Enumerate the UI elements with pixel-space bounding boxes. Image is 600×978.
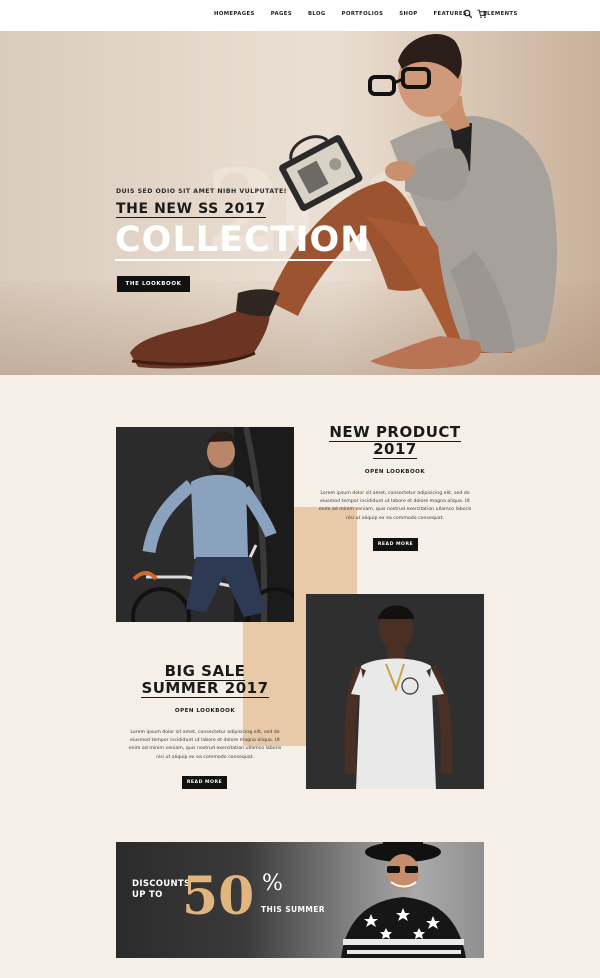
- banner-model-image: [341, 842, 466, 958]
- sale-description-line: Lorem ipsum dolor sit amet, consectetur …: [130, 730, 280, 735]
- product-description-line: enim ad minim veniam, quis nostrud exerc…: [318, 507, 472, 513]
- sale-description-line: enim ad minim veniam, quis nostrud exerc…: [128, 746, 282, 752]
- product-title-line2: 2017: [373, 440, 417, 459]
- product-description-line: eiusmod tempor incididunt ut labore et d…: [320, 499, 470, 505]
- discount-value: 50: [182, 866, 255, 927]
- sale-photo-tshirt: [306, 594, 484, 789]
- product-description: Lorem ipsum dolor sit amet, consectetur …: [312, 490, 478, 523]
- nav-pages[interactable]: PAGES: [271, 11, 292, 17]
- discount-suffix: THIS SUMMER: [261, 905, 325, 914]
- sale-description: Lorem ipsum dolor sit amet, consectetur …: [122, 729, 288, 762]
- nav-blog[interactable]: BLOG: [308, 11, 326, 17]
- lookbook-button[interactable]: THE LOOKBOOK: [117, 276, 190, 292]
- hero-eyebrow: DUIS SED ODIO SIT AMET NIBH VULPUTATE!: [116, 188, 287, 195]
- sale-description-line: nisi ut aliquip ex ea commodo consequat.: [156, 754, 254, 760]
- nav-elements[interactable]: ELEMENTS: [483, 11, 518, 17]
- nav-shop[interactable]: SHOP: [399, 11, 417, 17]
- sale-open-lookbook-link[interactable]: OPEN LOOKBOOK: [130, 708, 280, 714]
- product-description-line: Lorem ipsum dolor sit amet, consectetur …: [320, 491, 470, 496]
- product-open-lookbook-link[interactable]: OPEN LOOKBOOK: [320, 469, 470, 475]
- cart-icon[interactable]: [477, 9, 487, 19]
- sale-title-line2: SUMMER 2017: [141, 679, 269, 698]
- hero-subtitle: THE NEW SS 2017: [116, 201, 266, 218]
- top-navbar: HOMEPAGES PAGES BLOG PORTFOLIOS SHOP FEA…: [0, 0, 600, 31]
- nav-homepages[interactable]: HOMEPAGES: [214, 11, 255, 17]
- sale-read-more-button[interactable]: READ MORE: [182, 776, 227, 789]
- nav-portfolios[interactable]: PORTFOLIOS: [342, 11, 384, 17]
- hero-title: COLLECTION: [115, 220, 371, 261]
- search-icon[interactable]: [463, 9, 473, 19]
- discount-banner[interactable]: DISCOUNTS UP TO 50 % THIS SUMMER: [116, 842, 484, 958]
- sale-title: BIG SALE SUMMER 2017: [130, 662, 280, 698]
- product-photo-bike: [116, 427, 294, 622]
- product-description-line: nisi ut aliquip ex ea commodo consequat.: [346, 515, 444, 521]
- product-read-more-button[interactable]: READ MORE: [373, 538, 418, 551]
- hero-banner: 2017 DUIS: [0, 31, 600, 375]
- product-title: NEW PRODUCT 2017: [320, 423, 470, 459]
- discount-percent-sign: %: [262, 871, 283, 896]
- sale-description-line: eiusmod tempor incididunt ut labore et d…: [130, 738, 280, 744]
